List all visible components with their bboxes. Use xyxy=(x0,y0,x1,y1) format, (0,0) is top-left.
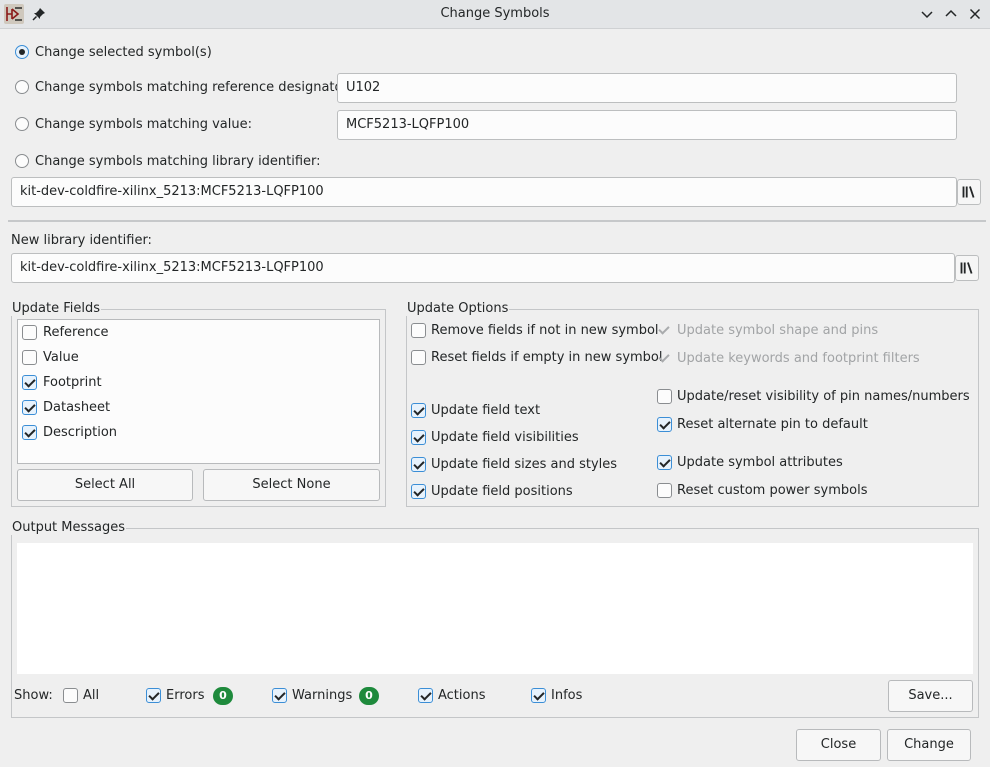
field-reference-label: Reference xyxy=(43,325,109,340)
power-symbols-checkbox[interactable] xyxy=(657,483,672,498)
alt-pin-label: Reset alternate pin to default xyxy=(677,417,868,432)
radio-match-value[interactable] xyxy=(15,117,29,131)
show-all-label: All xyxy=(83,688,100,703)
remove-fields-label: Remove fields if not in new symbol xyxy=(431,323,659,338)
keywords-checkbox xyxy=(657,351,672,366)
show-errors-checkbox[interactable] xyxy=(146,688,161,703)
field-value-label: Value xyxy=(43,350,79,365)
field-value-checkbox[interactable] xyxy=(22,350,37,365)
separator xyxy=(8,220,986,222)
pin-visibility-checkbox[interactable] xyxy=(657,389,672,404)
radio-match-value-label: Change symbols matching value: xyxy=(35,117,252,132)
field-sizes-label: Update field sizes and styles xyxy=(431,457,618,472)
field-footprint-checkbox[interactable] xyxy=(22,375,37,390)
library-browse-icon-new[interactable] xyxy=(955,255,979,281)
output-messages-title: Output Messages xyxy=(11,520,127,535)
radio-change-selected-label: Change selected symbol(s) xyxy=(35,45,212,60)
show-errors-label: Errors xyxy=(166,688,205,703)
new-lib-id-input[interactable]: kit-dev-coldfire-xilinx_5213:MCF5213-LQF… xyxy=(11,253,955,283)
field-positions-label: Update field positions xyxy=(431,484,573,499)
reset-empty-checkbox[interactable] xyxy=(411,350,426,365)
chevron-up-icon[interactable] xyxy=(943,6,959,22)
reset-empty-label: Reset fields if empty in new symbol xyxy=(431,350,663,365)
show-all-checkbox[interactable] xyxy=(63,688,78,703)
symbol-attributes-checkbox[interactable] xyxy=(657,455,672,470)
radio-match-lib-id[interactable] xyxy=(15,154,29,168)
radio-match-reference-label: Change symbols matching reference design… xyxy=(35,80,352,95)
radio-change-selected[interactable] xyxy=(15,45,29,59)
change-button[interactable]: Change xyxy=(887,729,971,761)
errors-count-badge: 0 xyxy=(213,687,233,705)
field-sizes-checkbox[interactable] xyxy=(411,457,426,472)
radio-match-reference[interactable] xyxy=(15,80,29,94)
show-warnings-label: Warnings xyxy=(292,688,353,703)
show-infos-checkbox[interactable] xyxy=(531,688,546,703)
field-description-checkbox[interactable] xyxy=(22,425,37,440)
field-visibilities-checkbox[interactable] xyxy=(411,430,426,445)
field-text-checkbox[interactable] xyxy=(411,403,426,418)
symbol-shape-label: Update symbol shape and pins xyxy=(677,323,879,338)
output-messages-panel[interactable] xyxy=(17,543,973,674)
lib-id-match-input[interactable]: kit-dev-coldfire-xilinx_5213:MCF5213-LQF… xyxy=(11,177,957,207)
field-description-label: Description xyxy=(43,425,118,440)
radio-match-lib-id-label: Change symbols matching library identifi… xyxy=(35,154,321,169)
field-text-label: Update field text xyxy=(431,403,541,418)
select-none-button[interactable]: Select None xyxy=(203,469,380,501)
power-symbols-label: Reset custom power symbols xyxy=(677,483,868,498)
field-reference-checkbox[interactable] xyxy=(22,325,37,340)
field-datasheet-label: Datasheet xyxy=(43,400,111,415)
select-all-button[interactable]: Select All xyxy=(17,469,193,501)
show-warnings-checkbox[interactable] xyxy=(272,688,287,703)
warnings-count-badge: 0 xyxy=(359,687,379,705)
pin-visibility-label: Update/reset visibility of pin names/num… xyxy=(677,389,970,404)
library-browse-icon[interactable] xyxy=(957,179,981,205)
reference-input[interactable]: U102 xyxy=(337,73,957,103)
show-actions-label: Actions xyxy=(438,688,486,703)
show-label: Show: xyxy=(14,688,53,703)
close-button[interactable]: Close xyxy=(796,729,881,761)
value-input[interactable]: MCF5213-LQFP100 xyxy=(337,110,957,140)
symbol-attributes-label: Update symbol attributes xyxy=(677,455,843,470)
field-footprint-label: Footprint xyxy=(43,375,102,390)
field-visibilities-label: Update field visibilities xyxy=(431,430,579,445)
new-lib-label: New library identifier: xyxy=(11,233,152,248)
keywords-label: Update keywords and footprint filters xyxy=(677,351,920,366)
field-positions-checkbox[interactable] xyxy=(411,484,426,499)
show-infos-label: Infos xyxy=(551,688,583,703)
update-options-title: Update Options xyxy=(406,301,510,316)
update-fields-title: Update Fields xyxy=(11,301,101,316)
alt-pin-checkbox[interactable] xyxy=(657,417,672,432)
window-title: Change Symbols xyxy=(440,6,550,21)
remove-fields-checkbox[interactable] xyxy=(411,323,426,338)
close-icon[interactable] xyxy=(967,6,983,22)
chevron-down-icon[interactable] xyxy=(919,6,935,22)
symbol-shape-checkbox xyxy=(657,323,672,338)
show-actions-checkbox[interactable] xyxy=(418,688,433,703)
save-messages-button[interactable]: Save... xyxy=(888,680,973,712)
field-datasheet-checkbox[interactable] xyxy=(22,400,37,415)
